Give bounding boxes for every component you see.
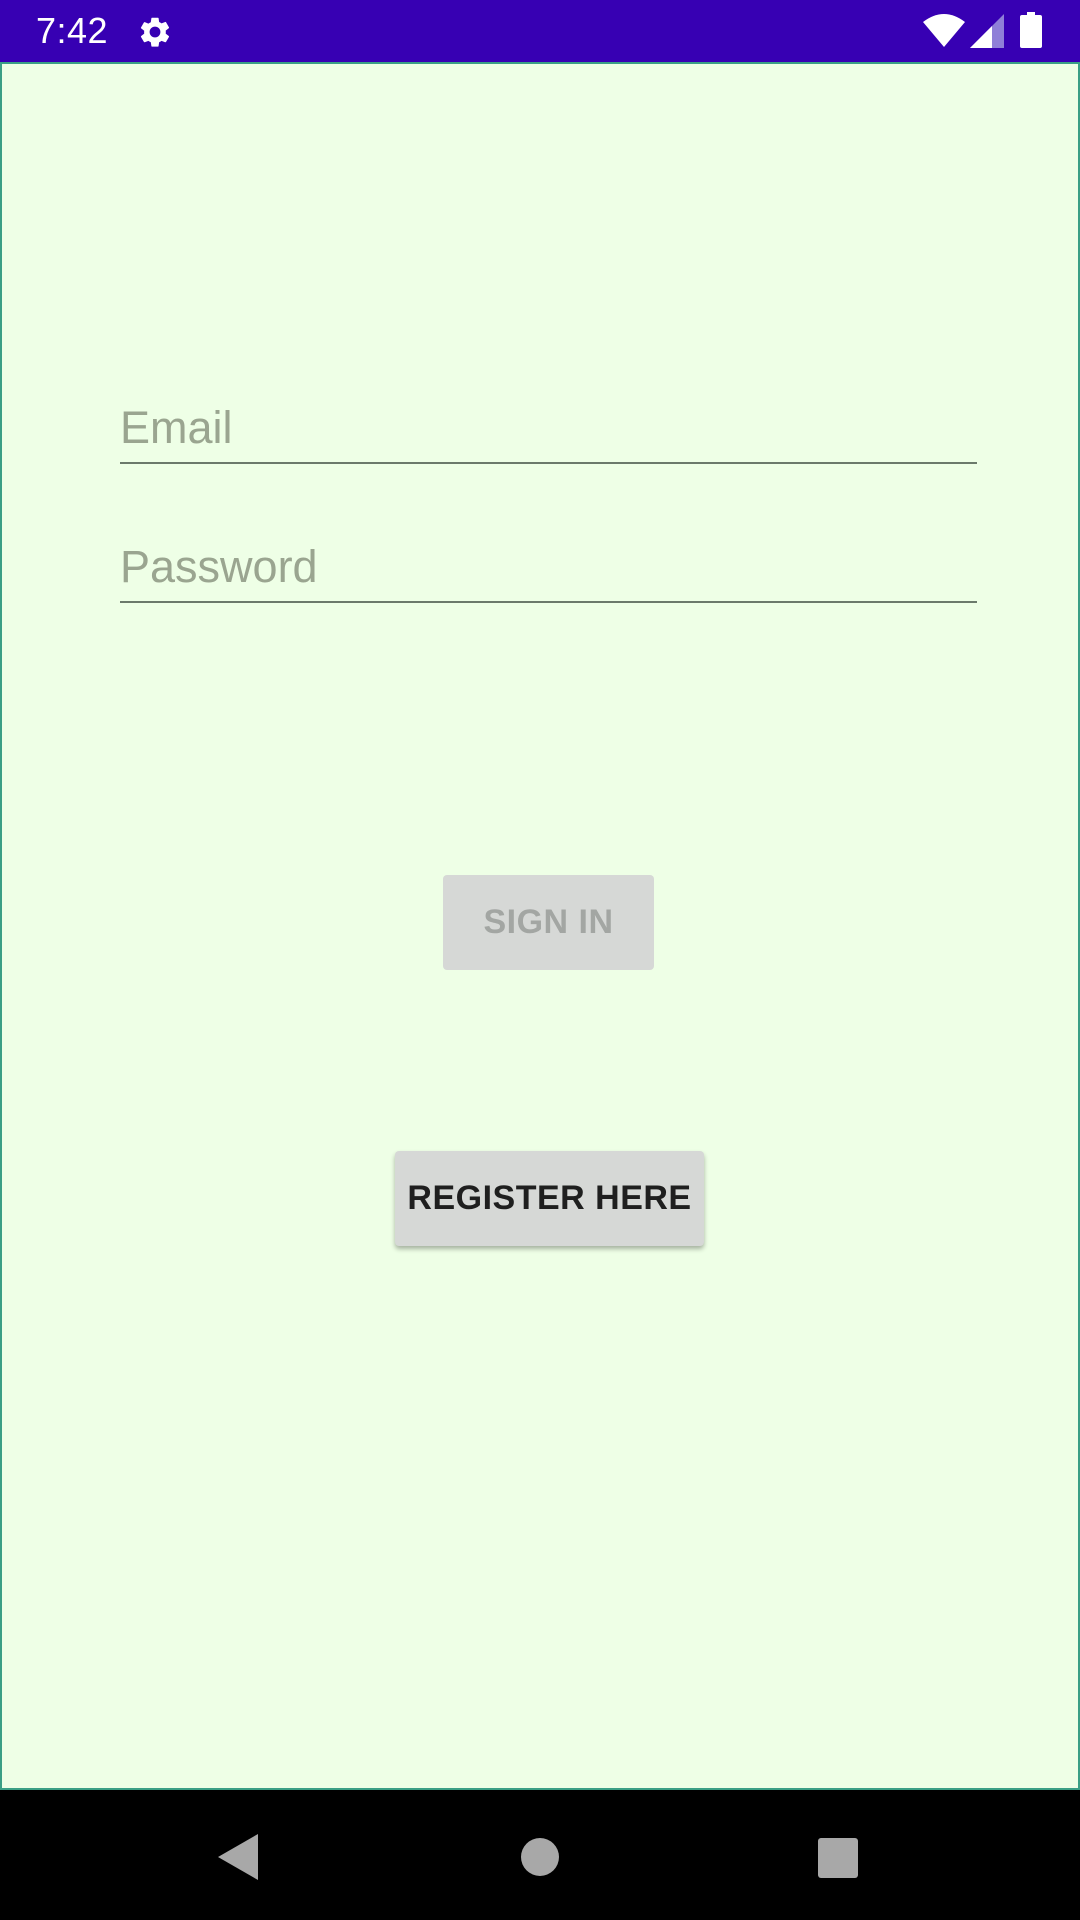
android-screen: 7:42 SIGN IN REGISTER HERE [0, 0, 1080, 1920]
password-field[interactable] [120, 533, 977, 603]
status-time: 7:42 [36, 10, 109, 51]
battery-icon [1020, 12, 1042, 48]
settings-gear-icon [140, 17, 170, 47]
register-button[interactable]: REGISTER HERE [395, 1151, 704, 1246]
sign-in-button[interactable]: SIGN IN [443, 875, 654, 970]
login-screen: SIGN IN REGISTER HERE [0, 62, 1080, 1790]
wifi-icon [923, 14, 965, 47]
cell-signal-icon [970, 14, 1004, 48]
navigation-bar [0, 1792, 1080, 1920]
recents-icon[interactable] [818, 1838, 858, 1878]
status-bar: 7:42 [0, 0, 1080, 62]
email-field[interactable] [120, 394, 977, 464]
back-icon[interactable] [218, 1834, 258, 1880]
home-icon[interactable] [521, 1838, 559, 1876]
